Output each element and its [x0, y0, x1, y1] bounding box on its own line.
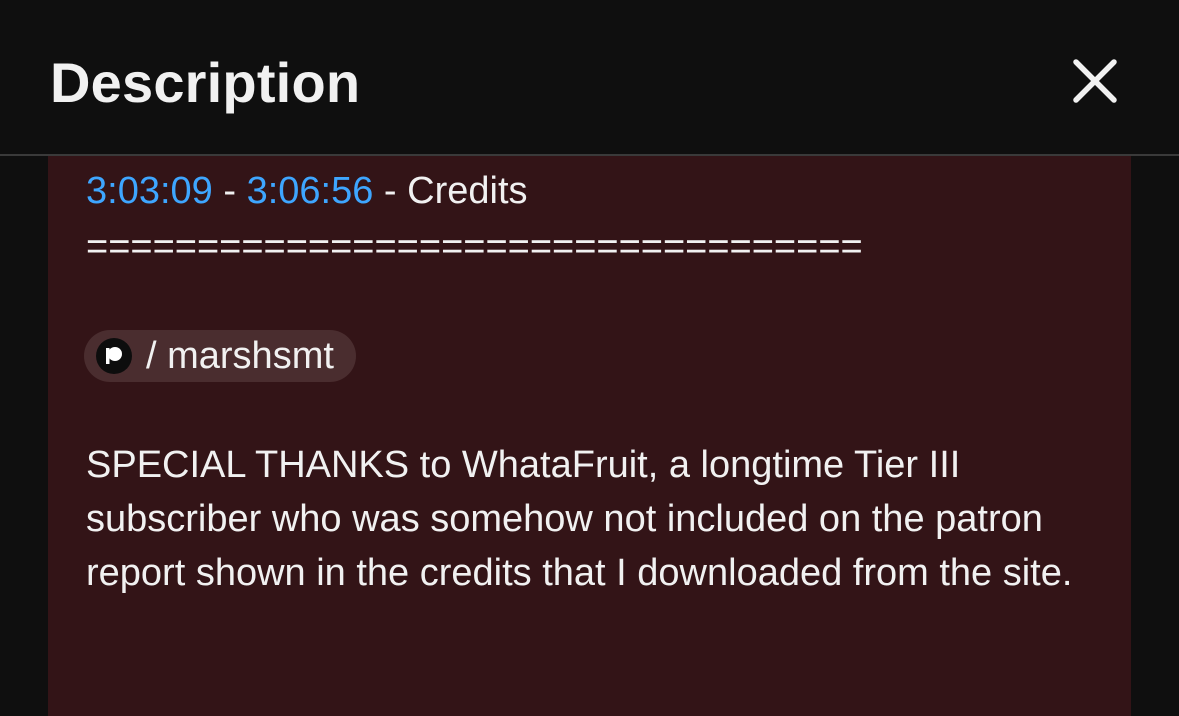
- description-screen: g 3:03:09 - 3:06:56 - Credits ==========…: [0, 0, 1179, 716]
- patreon-link-text: / marshsmt: [146, 334, 334, 377]
- divider-line: ===================================: [86, 226, 863, 268]
- close-icon: [1073, 59, 1117, 103]
- description-header: Description: [0, 0, 1179, 156]
- patreon-link-chip[interactable]: / marshsmt: [84, 330, 356, 382]
- page-title: Description: [50, 51, 361, 114]
- special-thanks-text: SPECIAL THANKS to WhataFruit, a longtime…: [86, 444, 1073, 594]
- timestamp-link-start[interactable]: 3:03:09: [86, 170, 213, 212]
- description-panel: [48, 130, 1131, 716]
- chapter-label: - Credits: [373, 170, 528, 212]
- chapter-line: 3:03:09 - 3:06:56 - Credits: [86, 170, 528, 213]
- patreon-icon: [96, 338, 132, 374]
- chapter-separator: -: [212, 170, 247, 212]
- timestamp-link-end[interactable]: 3:06:56: [247, 170, 374, 212]
- close-button[interactable]: [1066, 52, 1124, 110]
